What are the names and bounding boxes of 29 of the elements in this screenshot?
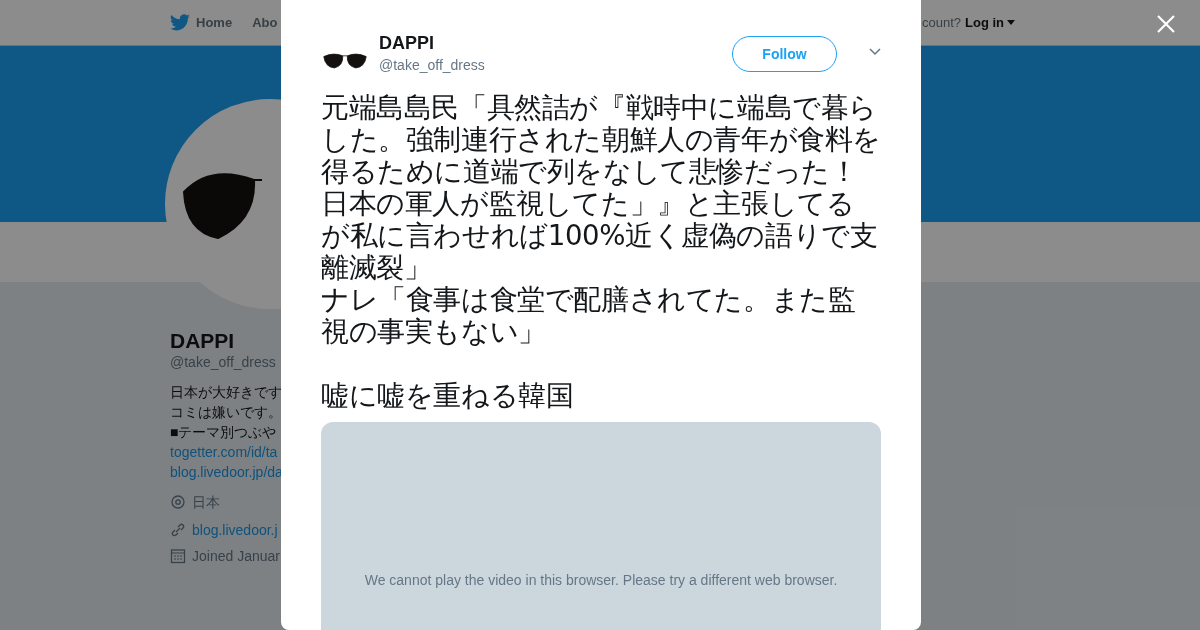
about-link[interactable]: Abo xyxy=(252,15,278,30)
chevron-down-icon[interactable] xyxy=(869,48,881,56)
author-handle: @take_off_dress xyxy=(379,57,486,73)
bio-link[interactable]: togetter.com/id/ta xyxy=(170,442,280,462)
tweet-paragraph: ナレ「食事は食堂で配膳されてた。また監視の事実もない」 xyxy=(321,284,857,348)
bird-icon xyxy=(170,14,190,31)
link-icon xyxy=(170,522,186,538)
video-error-message: We cannot play the video in this browser. Please try a different web browser. xyxy=(364,571,838,588)
login-menu[interactable]: Log in xyxy=(965,15,1015,30)
bio-line: 日本が大好きです xyxy=(170,383,280,402)
home-link[interactable]: Home xyxy=(170,14,233,31)
follow-button[interactable]: Follow xyxy=(732,36,837,72)
profile-name: DAPPI xyxy=(170,328,235,354)
video-player[interactable]: We cannot play the video in this browser. Please try a different web browser. xyxy=(321,422,881,630)
bio-link[interactable]: blog.livedoor.jp/da xyxy=(170,462,280,482)
bio-line: コミは嫌いです。 xyxy=(170,403,280,422)
caret-icon xyxy=(1007,20,1015,25)
author-name: DAPPI xyxy=(379,35,435,51)
close-icon[interactable] xyxy=(1156,14,1176,34)
bio-line: ■テーマ別つぶや xyxy=(170,423,278,442)
calendar-icon xyxy=(170,548,186,564)
tweet-paragraph: 元端島島民「具然詰が『戦時中に端島で暮らした。強制連行された朝鮮人の青年が食料を得るために道端で列をなして悲惨だった！日本の軍人が監視してた」』と主張してるが私に言わせれば100%近く虚偽の語りで支離滅裂」 xyxy=(321,92,881,284)
account-prompt: count? xyxy=(921,15,961,30)
tweet-paragraph: 嘘に嘘を重ねる韓国 xyxy=(321,380,575,412)
profile-handle: @take_off_dress xyxy=(170,354,276,370)
profile-location: 日本 xyxy=(192,494,220,512)
location-icon xyxy=(170,495,186,511)
profile-website-link[interactable]: blog.livedoor.j xyxy=(192,520,278,540)
profile-joined-date: Joined Januar xyxy=(192,548,280,564)
